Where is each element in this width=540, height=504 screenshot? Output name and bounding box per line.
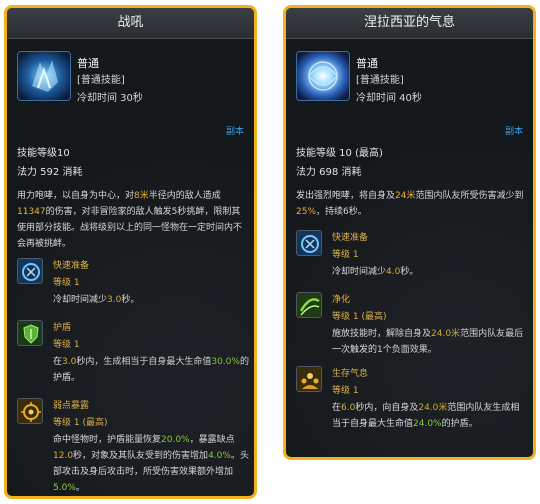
highlight-value: 24.0%: [413, 419, 442, 429]
skill-rank: 普通: [77, 57, 99, 70]
talent-name: 快速准备: [332, 233, 369, 243]
skill-description: 发出强烈咆哮，将自身及24米范围内队友所受伤害减少到 25%，持续6秒。: [296, 188, 528, 220]
skill-level: 技能等级10: [17, 148, 70, 159]
highlight-value: 4.0: [386, 267, 401, 277]
text-segment: 秒。: [121, 295, 140, 305]
text-segment: 冷却时间减少: [332, 267, 387, 277]
talent-effect: 冷却时间减少4.0秒。: [332, 264, 528, 280]
survival-icon: [296, 366, 322, 392]
skill-type: [普通技能]: [356, 75, 404, 86]
text-segment: 在: [332, 403, 342, 413]
quick-prep-icon: [17, 258, 43, 284]
text-segment: 施放技能时，解除自身及: [332, 329, 432, 339]
talent-purify: 净化 等级 1 (最高) 施放技能时，解除自身及24.0米范围内队友最后一次触发…: [296, 292, 532, 364]
skill-type: [普通技能]: [77, 75, 125, 86]
text-segment: 命中怪物时，护盾能量恢复: [53, 435, 162, 445]
shield-icon: [17, 320, 43, 346]
highlight-value: 12.0: [53, 451, 74, 461]
talent-effect: 冷却时间减少3.0秒。: [53, 292, 249, 308]
text-segment: 在: [53, 357, 63, 367]
text-segment: 。: [75, 483, 85, 493]
talent-name: 净化: [332, 295, 351, 305]
talent-name: 护盾: [53, 323, 72, 333]
talent-effect: 在6.0秒内，向自身及24.0米范围内队友生成相当于自身最大生命值24.0%的护…: [332, 400, 528, 432]
skill-title: 战吼: [7, 8, 254, 39]
text-segment: 用力咆哮，以自身为中心，对: [17, 191, 135, 201]
text-segment: 发出强烈咆哮，将自身及: [296, 191, 396, 201]
talent-effect: 施放技能时，解除自身及24.0米范围内队友最后一次触发的1个负面效果。: [332, 326, 528, 358]
skill-level: 技能等级 10 (最高): [296, 148, 383, 159]
skill-description: 用力咆哮，以自身为中心，对8米半径内的敌人造成 11347的伤害，对非冒险家的敌人…: [17, 188, 249, 252]
talent-quick-prep: 快速准备 等级 1 冷却时间减少4.0秒。: [296, 230, 532, 282]
text-segment: 秒，对象及其队友受到的伤害增加: [73, 451, 209, 461]
weakness-icon: [17, 398, 43, 424]
highlight-value: 24米: [395, 191, 416, 201]
talent-level: 等级 1: [332, 250, 359, 260]
talent-level: 等级 1: [53, 278, 80, 288]
nerasia-breath-skill-icon: [296, 51, 350, 101]
skill-cooldown: 冷却时间 30秒: [77, 93, 143, 104]
talent-effect: 在3.0秒内，生成相当于自身最大生命值30.0%的护盾。: [53, 354, 249, 386]
highlight-value: 24.0米: [418, 403, 448, 413]
talent-effect: 命中怪物时，护盾能量恢复20.0%，暴露缺点 12.0秒，对象及其队友受到的伤害增…: [53, 432, 249, 496]
highlight-value: 3.0: [62, 357, 77, 367]
copy-link[interactable]: 副本: [505, 124, 523, 137]
text-segment: 范围内队友所受伤害减少到: [415, 191, 524, 201]
talent-level: 等级 1: [53, 340, 80, 350]
quick-prep-icon: [296, 230, 322, 256]
talent-survival-breath: 生存气息 等级 1 在6.0秒内，向自身及24.0米范围内队友生成相当于自身最大…: [296, 366, 532, 454]
mana-cost: 法力 592 消耗: [17, 167, 83, 178]
text-segment: 秒。: [400, 267, 419, 277]
highlight-value: 8米: [134, 191, 149, 201]
text-segment: 冷却时间减少: [53, 295, 108, 305]
talent-name: 弱点暴露: [53, 401, 90, 411]
text-segment: 秒内，向自身及: [355, 403, 419, 413]
text-segment: 半径内的敌人造成: [148, 191, 221, 201]
highlight-value: 11347: [17, 207, 46, 217]
highlight-value: 4.0%: [208, 451, 231, 461]
copy-link[interactable]: 副本: [226, 124, 244, 137]
skill-tooltip-war-cry: 战吼 普通 [普通技能] 冷却时间 30秒 副本 技能等级10 法力 592 消…: [4, 5, 257, 499]
talent-shield: 护盾 等级 1 在3.0秒内，生成相当于自身最大生命值30.0%的护盾。: [17, 320, 253, 390]
talent-name: 生存气息: [332, 369, 369, 379]
skill-cooldown: 冷却时间 40秒: [356, 93, 422, 104]
highlight-value: 24.0米: [431, 329, 461, 339]
talent-level: 等级 1: [332, 386, 359, 396]
text-segment: 秒内，生成相当于自身最大生命值: [76, 357, 212, 367]
talent-weakness-exposed: 弱点暴露 等级 1 (最高) 命中怪物时，护盾能量恢复20.0%，暴露缺点 12.…: [17, 398, 253, 496]
text-segment: ，持续6秒。: [316, 207, 367, 217]
war-cry-skill-icon: [17, 51, 71, 101]
mana-cost: 法力 698 消耗: [296, 167, 362, 178]
talent-quick-prep: 快速准备 等级 1 冷却时间减少3.0秒。: [17, 258, 253, 318]
skill-title: 涅拉西亚的气息: [286, 8, 533, 39]
highlight-value: 5.0%: [53, 483, 76, 493]
highlight-value: 25%: [296, 207, 317, 217]
text-segment: 的护盾。: [441, 419, 478, 429]
highlight-value: 3.0: [107, 295, 122, 305]
talent-level: 等级 1 (最高): [332, 312, 387, 322]
talent-level: 等级 1 (最高): [53, 418, 108, 428]
highlight-value: 6.0: [341, 403, 356, 413]
text-segment: ，暴露缺点: [189, 435, 235, 445]
skill-header: 普通 [普通技能] 冷却时间 30秒: [7, 39, 254, 104]
skill-tooltip-nerasia-breath: 涅拉西亚的气息 普通 [普通技能] 冷却时间 40秒 副本 技能等级 10 (最…: [283, 5, 536, 460]
skill-header: 普通 [普通技能] 冷却时间 40秒: [286, 39, 533, 104]
text-segment: 的伤害，对非冒险家的敌人触发5秒挑衅，限制其使用部分技能。战将级别以上的同一怪物…: [17, 207, 243, 249]
skill-rank: 普通: [356, 57, 378, 70]
highlight-value: 20.0%: [161, 435, 190, 445]
talent-name: 快速准备: [53, 261, 90, 271]
purify-icon: [296, 292, 322, 318]
highlight-value: 30.0%: [211, 357, 240, 367]
